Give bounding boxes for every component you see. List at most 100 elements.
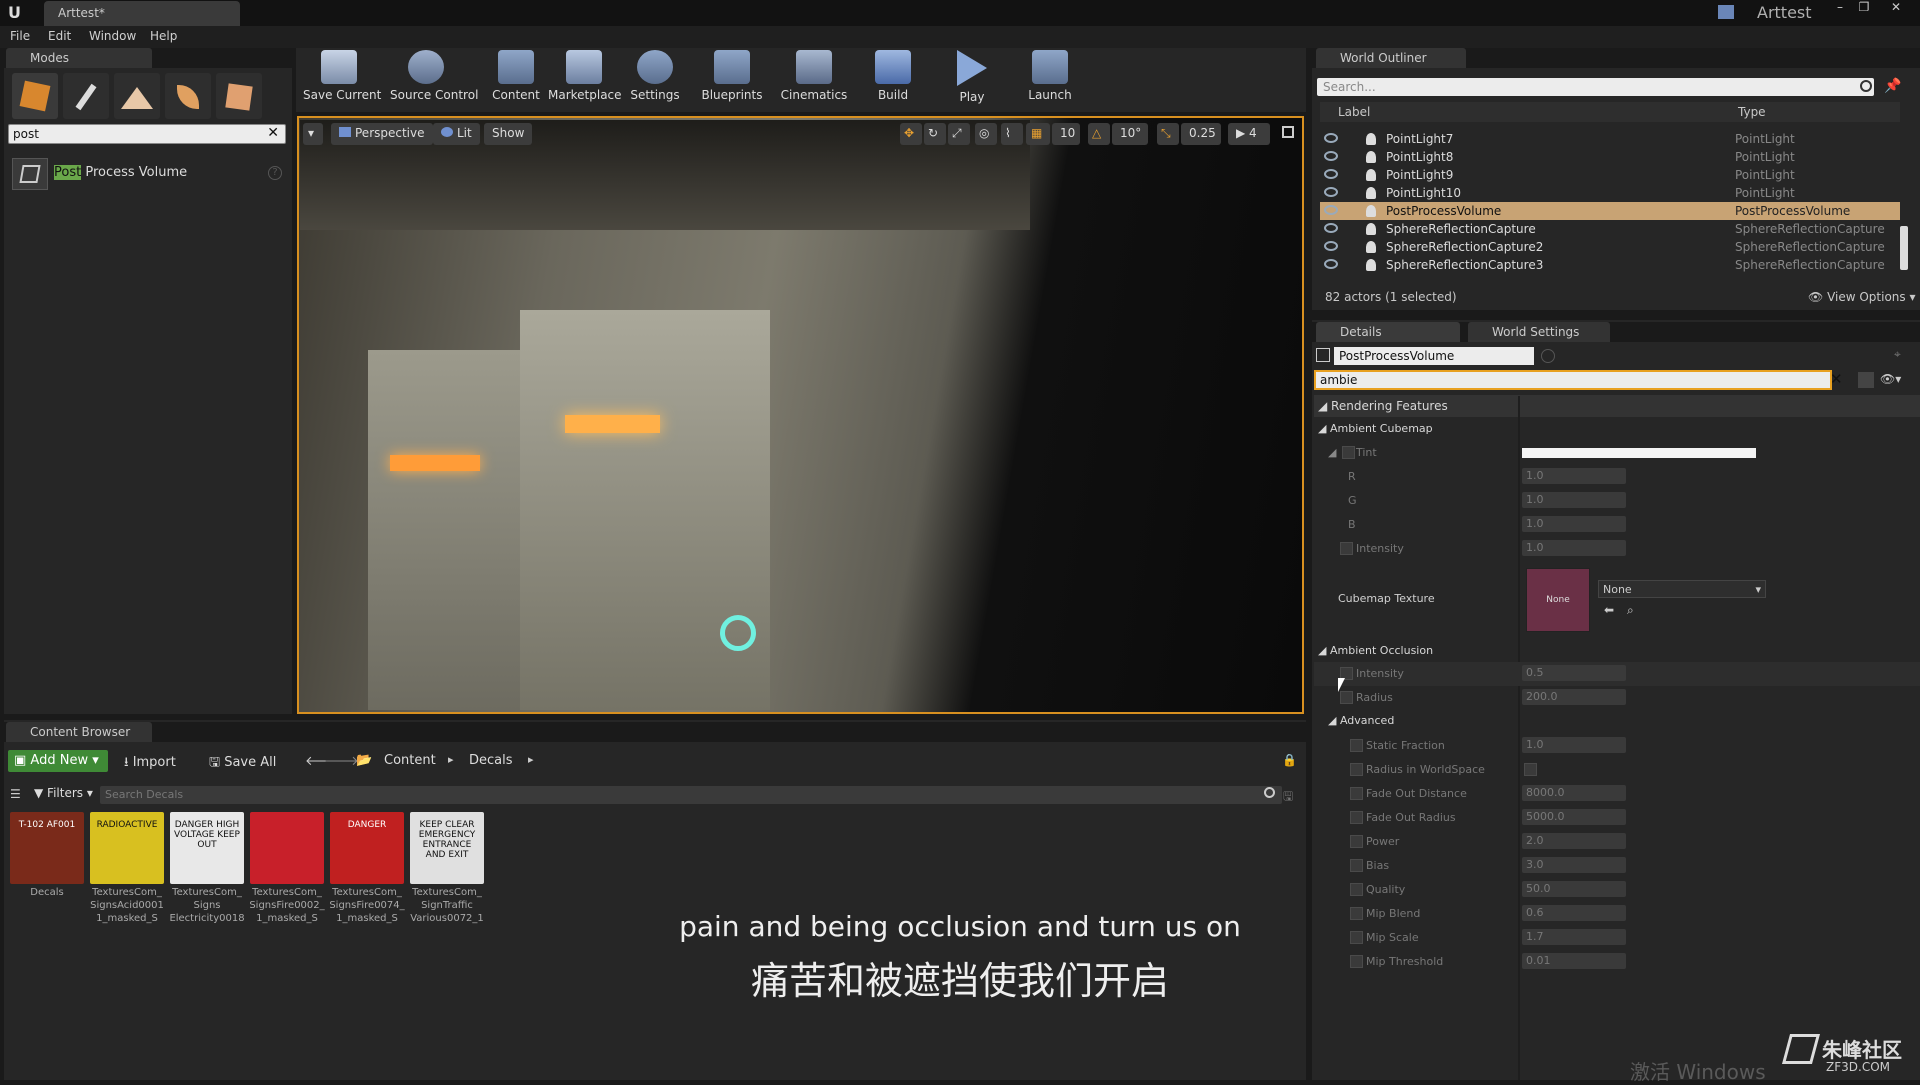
lit-button[interactable]: Lit [433, 123, 480, 145]
document-tab[interactable]: Arttest* [44, 1, 240, 26]
settings-button[interactable]: Settings [619, 50, 691, 108]
tint-checkbox[interactable] [1342, 446, 1355, 459]
property-value-field[interactable]: 1.7 [1522, 929, 1626, 945]
property-value-field[interactable]: 50.0 [1522, 881, 1626, 897]
menu-file[interactable]: File [10, 29, 30, 43]
property-value-field[interactable]: 2.0 [1522, 833, 1626, 849]
play-button[interactable]: Play [936, 50, 1008, 108]
content-button[interactable]: Content [480, 50, 552, 108]
property-value-field[interactable]: 0.01 [1522, 953, 1626, 969]
scale-icon[interactable]: ⤢ [948, 123, 970, 145]
clear-search-icon[interactable]: ✕ [267, 125, 279, 141]
browse-magnifier-icon[interactable]: ⌕ [1627, 603, 1634, 618]
visibility-eye-icon[interactable] [1324, 205, 1338, 215]
lock-icon[interactable] [1541, 349, 1555, 363]
override-checkbox[interactable] [1350, 931, 1363, 944]
add-new-button[interactable]: ▣ Add New ▾ [8, 750, 108, 772]
show-button[interactable]: Show [484, 123, 533, 145]
tab-content-browser[interactable]: Content Browser [6, 722, 152, 742]
expand-icon[interactable]: ◢ [1328, 446, 1336, 459]
pin-details-icon[interactable]: ⌖ [1894, 347, 1901, 362]
property-matrix-icon[interactable] [1858, 372, 1874, 388]
override-checkbox[interactable] [1350, 835, 1363, 848]
marketplace-button[interactable]: Marketplace [548, 50, 622, 108]
tab-world-settings[interactable]: World Settings [1468, 322, 1610, 342]
asset-thumbnail[interactable]: T-102 AF001 [10, 812, 84, 884]
override-checkbox[interactable] [1350, 907, 1363, 920]
g-value-field[interactable]: 1.0 [1522, 492, 1626, 508]
visibility-eye-icon[interactable] [1324, 151, 1338, 161]
rotate-icon[interactable]: ↻ [924, 123, 946, 145]
outliner-row[interactable]: PostProcessVolume PostProcessVolume [1320, 202, 1900, 220]
tab-modes[interactable]: Modes [6, 48, 152, 68]
landscape-mode-icon[interactable] [114, 73, 160, 119]
launch-button[interactable]: Launch [1014, 50, 1086, 108]
post-process-volume-item[interactable]: Post Process Volume [54, 165, 187, 180]
menu-help[interactable]: Help [150, 29, 177, 43]
details-search-input[interactable]: ambie [1314, 370, 1832, 390]
use-selected-arrow-icon[interactable]: ⬅ [1604, 603, 1614, 617]
content-search-input[interactable]: Search Decals [100, 786, 1282, 804]
tint-color-swatch[interactable] [1522, 448, 1756, 458]
col-type-header[interactable]: Type [1738, 105, 1766, 119]
property-value-field[interactable]: 3.0 [1522, 857, 1626, 873]
ao-radius-field[interactable]: 200.0 [1522, 689, 1626, 705]
outliner-row[interactable]: SphereReflectionCapture3 SphereReflectio… [1320, 256, 1900, 274]
cubemap-thumbnail[interactable]: None [1526, 568, 1590, 632]
pin-icon[interactable]: 📌 [1884, 78, 1901, 94]
restore-icon[interactable]: ❐ [1852, 0, 1876, 16]
import-button[interactable]: ⭳ Import [124, 753, 176, 775]
foliage-mode-icon[interactable] [165, 73, 211, 119]
viewport-options-icon[interactable]: ▾ [303, 123, 323, 145]
help-icon[interactable]: ? [268, 166, 282, 180]
visibility-eye-icon[interactable] [1324, 241, 1338, 251]
menu-window[interactable]: Window [89, 29, 136, 43]
cubemap-asset-select[interactable]: None ▾ [1598, 580, 1766, 598]
outliner-row[interactable]: PointLight8 PointLight [1320, 148, 1900, 166]
visibility-eye-icon[interactable] [1324, 169, 1338, 179]
visibility-eye-icon[interactable] [1324, 187, 1338, 197]
sources-toggle-icon[interactable]: ☰ [10, 787, 21, 801]
save-current-button[interactable]: Save Current [303, 50, 381, 108]
cubemap-intensity-checkbox[interactable] [1340, 542, 1353, 555]
asset-thumbnail[interactable]: KEEP CLEAR EMERGENCY ENTRANCE AND EXIT [410, 812, 484, 884]
outliner-row[interactable]: SphereReflectionCapture2 SphereReflectio… [1320, 238, 1900, 256]
breadcrumb-arrow[interactable]: ▸ [528, 753, 534, 766]
flag-icon[interactable] [1718, 5, 1734, 19]
override-checkbox[interactable] [1350, 955, 1363, 968]
place-mode-icon[interactable] [12, 73, 58, 119]
filters-button[interactable]: ▼ Filters ▾ [34, 786, 93, 800]
paint-mode-icon[interactable] [63, 73, 109, 119]
property-bool-checkbox[interactable] [1524, 763, 1537, 776]
geometry-mode-icon[interactable] [216, 73, 262, 119]
section-ambient-cubemap[interactable]: ◢ Ambient Cubemap [1314, 418, 1920, 440]
blueprints-button[interactable]: Blueprints [696, 50, 768, 108]
view-options-button[interactable]: 👁 View Options ▾ [1808, 290, 1916, 304]
asset-thumbnail[interactable]: RADIOACTIVE [90, 812, 164, 884]
grid-snap-value[interactable]: 10 [1052, 123, 1080, 145]
outliner-row[interactable]: PointLight9 PointLight [1320, 166, 1900, 184]
rotation-snap-icon[interactable]: △ [1088, 123, 1110, 145]
tab-details[interactable]: Details [1316, 322, 1460, 342]
r-value-field[interactable]: 1.0 [1522, 468, 1626, 484]
surface-snap-icon[interactable]: ⌇ [1001, 123, 1023, 145]
outliner-row[interactable]: PointLight10 PointLight [1320, 184, 1900, 202]
source-control-button[interactable]: Source Control [390, 50, 478, 108]
property-value-field[interactable]: 8000.0 [1522, 785, 1626, 801]
save-all-button[interactable]: 🖫 Save All [209, 753, 276, 775]
perspective-button[interactable]: Perspective [331, 123, 433, 145]
section-ambient-occlusion[interactable]: ◢ Ambient Occlusion [1314, 640, 1920, 662]
visibility-eye-icon[interactable] [1324, 133, 1338, 143]
asset-thumbnail[interactable]: DANGER HIGH VOLTAGE KEEP OUT [170, 812, 244, 884]
cubemap-intensity-field[interactable]: 1.0 [1522, 540, 1626, 556]
build-button[interactable]: Build [857, 50, 929, 108]
asset-thumbnail[interactable]: DANGER [330, 812, 404, 884]
rotation-snap-value[interactable]: 10° [1112, 123, 1148, 145]
clear-details-search-icon[interactable]: ✕ [1830, 370, 1843, 388]
camera-speed-button[interactable]: ▶ 4 [1228, 123, 1270, 145]
override-checkbox[interactable] [1350, 763, 1363, 776]
forward-arrow-icon[interactable]: 🡒 [324, 753, 359, 769]
outliner-scrollbar[interactable] [1900, 226, 1908, 270]
asset-thumbnail[interactable] [250, 812, 324, 884]
menu-edit[interactable]: Edit [48, 29, 71, 43]
